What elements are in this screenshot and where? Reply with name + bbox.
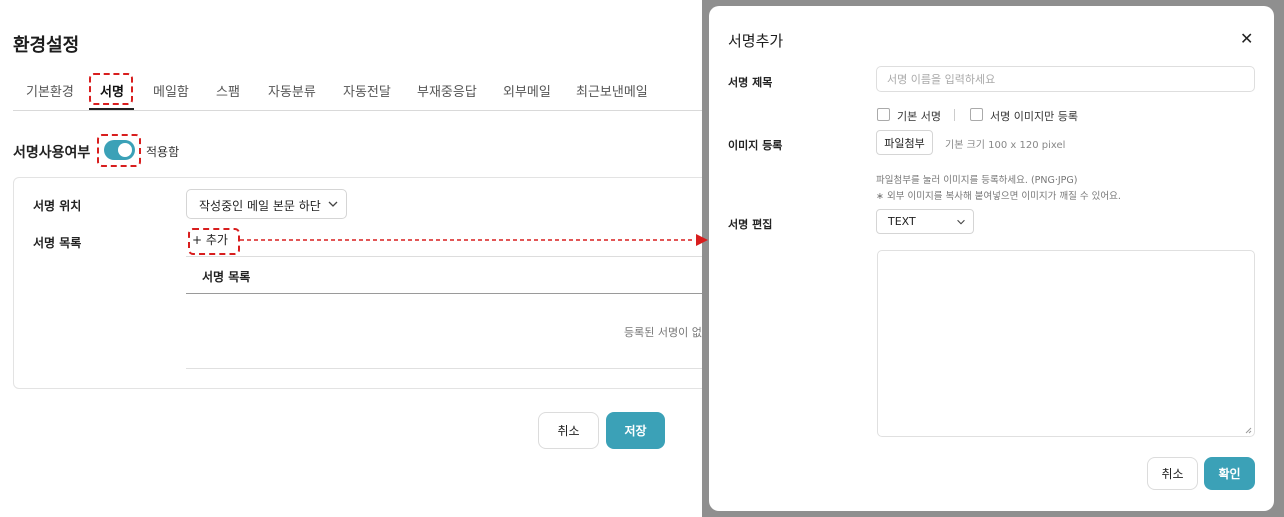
- edit-mode-value: TEXT: [888, 215, 916, 228]
- highlight-toggle: [97, 134, 141, 167]
- position-select-value: 작성중인 메일 본문 하단: [199, 199, 321, 213]
- tab-mailbox[interactable]: 메일함: [153, 81, 189, 100]
- modal-title: 서명추가: [728, 32, 784, 50]
- signature-title-input[interactable]: [876, 66, 1255, 92]
- chevron-down-icon: [328, 201, 338, 207]
- signature-editor[interactable]: [877, 250, 1255, 437]
- default-signature-label: 기본 서명: [897, 110, 941, 123]
- save-button[interactable]: 저장: [606, 412, 665, 449]
- image-help-text-1: 파일첨부를 눌러 이미지를 등록하세요. (PNG·JPG): [876, 175, 1078, 186]
- tab-basic[interactable]: 기본환경: [26, 81, 74, 100]
- cancel-button[interactable]: 취소: [538, 412, 599, 449]
- tab-spam[interactable]: 스팸: [216, 81, 240, 100]
- title-field-label: 서명 제목: [728, 76, 773, 89]
- image-size-hint: 기본 크기 100 x 120 pixel: [945, 140, 1066, 151]
- chevron-down-icon: [957, 219, 965, 225]
- image-upload-label: 이미지 등록: [728, 139, 783, 152]
- position-label: 서명 위치: [33, 199, 82, 213]
- modal-cancel-button[interactable]: 취소: [1147, 457, 1198, 490]
- image-only-label: 서명 이미지만 등록: [990, 110, 1078, 123]
- page-title: 환경설정: [13, 35, 80, 56]
- list-column-header: 서명 목록: [202, 270, 251, 284]
- default-signature-checkbox[interactable]: [877, 108, 890, 121]
- tab-external-mail[interactable]: 외부메일: [503, 81, 551, 100]
- tab-recent-sent[interactable]: 최근보낸메일: [576, 81, 648, 100]
- annotation-arrow: [240, 234, 708, 246]
- active-tab-indicator: [89, 108, 134, 110]
- highlight-add-button: [188, 228, 240, 255]
- image-help-text-2: ∗ 외부 이미지를 복사해 붙여넣으면 이미지가 깨질 수 있어요.: [876, 191, 1121, 202]
- toggle-status-text: 적용함: [146, 145, 180, 159]
- edit-mode-select[interactable]: TEXT: [876, 209, 974, 234]
- highlight-signature-tab: [89, 73, 133, 105]
- tab-out-of-office[interactable]: 부재중응답: [417, 81, 477, 100]
- options-divider: [954, 109, 955, 121]
- edit-mode-label: 서명 편집: [728, 218, 773, 231]
- modal-confirm-button[interactable]: 확인: [1204, 457, 1255, 490]
- tab-auto-sort[interactable]: 자동분류: [268, 81, 316, 100]
- position-select[interactable]: 작성중인 메일 본문 하단: [186, 189, 347, 219]
- resize-grip-icon[interactable]: [1244, 426, 1252, 434]
- empty-list-message: 등록된 서명이 없: [624, 326, 702, 339]
- signature-list-header: 서명 목록: [186, 256, 706, 294]
- list-divider: [186, 368, 706, 369]
- image-only-checkbox[interactable]: [970, 108, 983, 121]
- signature-use-label: 서명사용여부: [13, 145, 91, 161]
- close-icon[interactable]: ✕: [1240, 29, 1253, 48]
- tab-auto-forward[interactable]: 자동전달: [343, 81, 391, 100]
- attach-file-button[interactable]: 파일첨부: [876, 130, 933, 155]
- list-label: 서명 목록: [33, 236, 82, 250]
